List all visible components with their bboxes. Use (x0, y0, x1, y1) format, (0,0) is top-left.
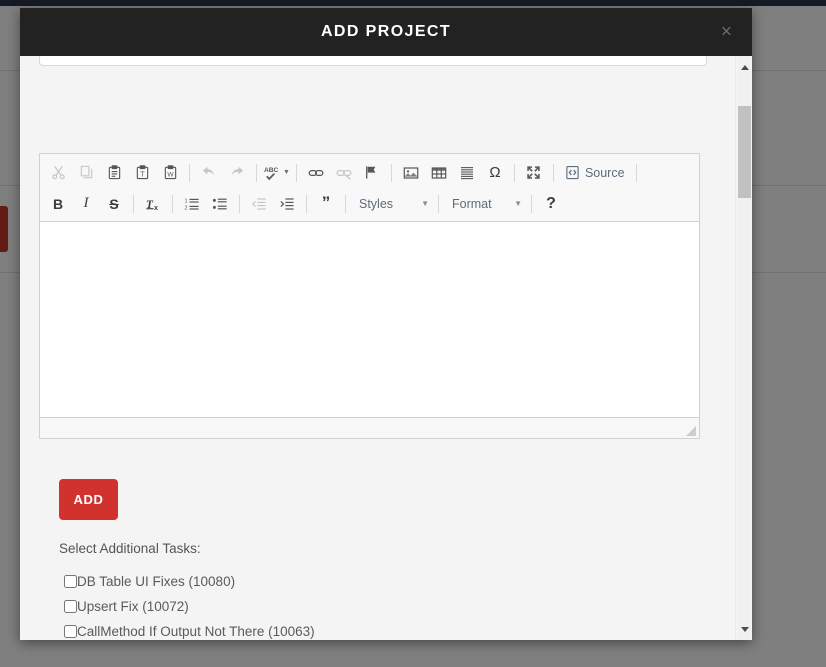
maximize-icon[interactable] (521, 161, 547, 185)
editor-toolbar: T W ABC ▼ Ω Source B I S T x 1 2 ” Style… (40, 154, 699, 222)
editor-toolbar-row-1: T W ABC ▼ Ω Source (44, 157, 695, 188)
task-checkbox[interactable] (64, 575, 77, 588)
bold-icon[interactable]: B (45, 192, 71, 216)
toolbar-separator (306, 194, 307, 213)
source-button[interactable]: Source (559, 161, 631, 185)
scroll-up-icon[interactable] (738, 56, 751, 78)
paste-as-text-icon[interactable]: T (129, 161, 155, 185)
source-icon (566, 165, 579, 180)
unlink-icon[interactable] (331, 161, 357, 185)
svg-text:1: 1 (185, 198, 188, 204)
resize-grip[interactable] (686, 426, 696, 436)
redo-icon[interactable] (224, 161, 250, 185)
toolbar-separator (189, 163, 190, 182)
task-label: Upsert Fix (10072) (77, 599, 189, 614)
tasks-heading: Select Additional Tasks: (59, 541, 201, 556)
copy-icon[interactable] (73, 161, 99, 185)
link-icon[interactable] (303, 161, 329, 185)
task-checkbox[interactable] (64, 625, 77, 638)
task-checkbox[interactable] (64, 600, 77, 613)
svg-text:W: W (167, 172, 174, 179)
add-button[interactable]: ADD (59, 479, 118, 520)
blockquote-icon[interactable]: ” (313, 192, 339, 216)
chevron-down-icon: ▼ (514, 199, 522, 208)
svg-text:x: x (153, 203, 157, 211)
toolbar-separator (552, 163, 554, 182)
svg-text:2: 2 (185, 205, 188, 211)
paste-icon[interactable] (101, 161, 127, 185)
increase-indent-icon[interactable] (274, 192, 300, 216)
source-label: Source (584, 165, 625, 180)
toolbar-separator (239, 194, 240, 213)
special-char-icon[interactable]: Ω (482, 161, 508, 185)
task-label: DB Table UI Fixes (10080) (77, 574, 236, 589)
editor-content-area[interactable] (40, 222, 699, 418)
toolbar-separator (172, 194, 173, 213)
close-icon[interactable]: × (715, 22, 738, 43)
toolbar-separator (345, 194, 346, 213)
toolbar-separator (133, 194, 134, 213)
task-label: CallMethod If Output Not There (10063) (77, 624, 315, 639)
chevron-down-icon: ▼ (421, 199, 429, 208)
editor-footer (40, 418, 699, 438)
bulleted-list-icon[interactable] (207, 192, 233, 216)
anchor-icon[interactable] (359, 161, 385, 185)
project-name-input[interactable] (39, 56, 707, 66)
styles-dropdown[interactable]: Styles ▼ (351, 192, 433, 216)
scrollbar-thumb[interactable] (738, 106, 751, 198)
numbered-list-icon[interactable]: 1 2 (179, 192, 205, 216)
spellcheck-icon[interactable]: ABC ▼ (263, 161, 290, 185)
svg-text:T: T (140, 172, 145, 179)
cut-icon[interactable] (45, 161, 71, 185)
format-label: Format (452, 196, 492, 211)
list-item[interactable]: Upsert Fix (10072) (64, 594, 684, 619)
table-icon[interactable] (426, 161, 452, 185)
decrease-indent-icon[interactable] (246, 192, 272, 216)
undo-icon[interactable] (196, 161, 222, 185)
strikethrough-icon[interactable]: S (101, 192, 127, 216)
modal-header: ADD PROJECT × (20, 8, 752, 56)
svg-text:ABC: ABC (264, 167, 279, 174)
list-item[interactable]: DB Table UI Fixes (10080) (64, 569, 684, 594)
toolbar-separator (513, 163, 515, 182)
remove-format-icon[interactable]: T x (140, 192, 166, 216)
scroll-down-icon[interactable] (738, 618, 751, 640)
toolbar-separator (531, 194, 532, 213)
image-icon[interactable] (398, 161, 424, 185)
toolbar-separator (256, 163, 257, 182)
chevron-down-icon: ▼ (283, 169, 290, 176)
additional-tasks-list: DB Table UI Fixes (10080) Upsert Fix (10… (64, 569, 684, 640)
modal-body: T W ABC ▼ Ω Source B I S T x 1 2 ” Style… (20, 56, 752, 640)
horizontal-rule-icon[interactable] (454, 161, 480, 185)
list-item[interactable]: CallMethod If Output Not There (10063) (64, 619, 684, 640)
toolbar-separator (295, 163, 297, 182)
italic-icon[interactable]: I (73, 192, 99, 216)
help-icon[interactable]: ? (538, 192, 564, 216)
paste-from-word-icon[interactable]: W (157, 161, 183, 185)
add-project-modal: ADD PROJECT × T W ABC ▼ Ω Source B I S T… (20, 8, 752, 640)
rich-text-editor: T W ABC ▼ Ω Source B I S T x 1 2 ” Style… (39, 153, 700, 439)
toolbar-separator (438, 194, 439, 213)
editor-toolbar-row-2: B I S T x 1 2 ” Styles ▼ Format ▼ ? (44, 188, 695, 219)
page-title: ADD PROJECT (320, 23, 452, 40)
toolbar-separator (390, 163, 392, 182)
styles-label: Styles (359, 196, 394, 211)
format-dropdown[interactable]: Format ▼ (444, 192, 526, 216)
toolbar-separator (635, 163, 637, 182)
modal-scrollbar[interactable] (735, 56, 752, 640)
modal-scroll-viewport: T W ABC ▼ Ω Source B I S T x 1 2 ” Style… (20, 56, 720, 640)
